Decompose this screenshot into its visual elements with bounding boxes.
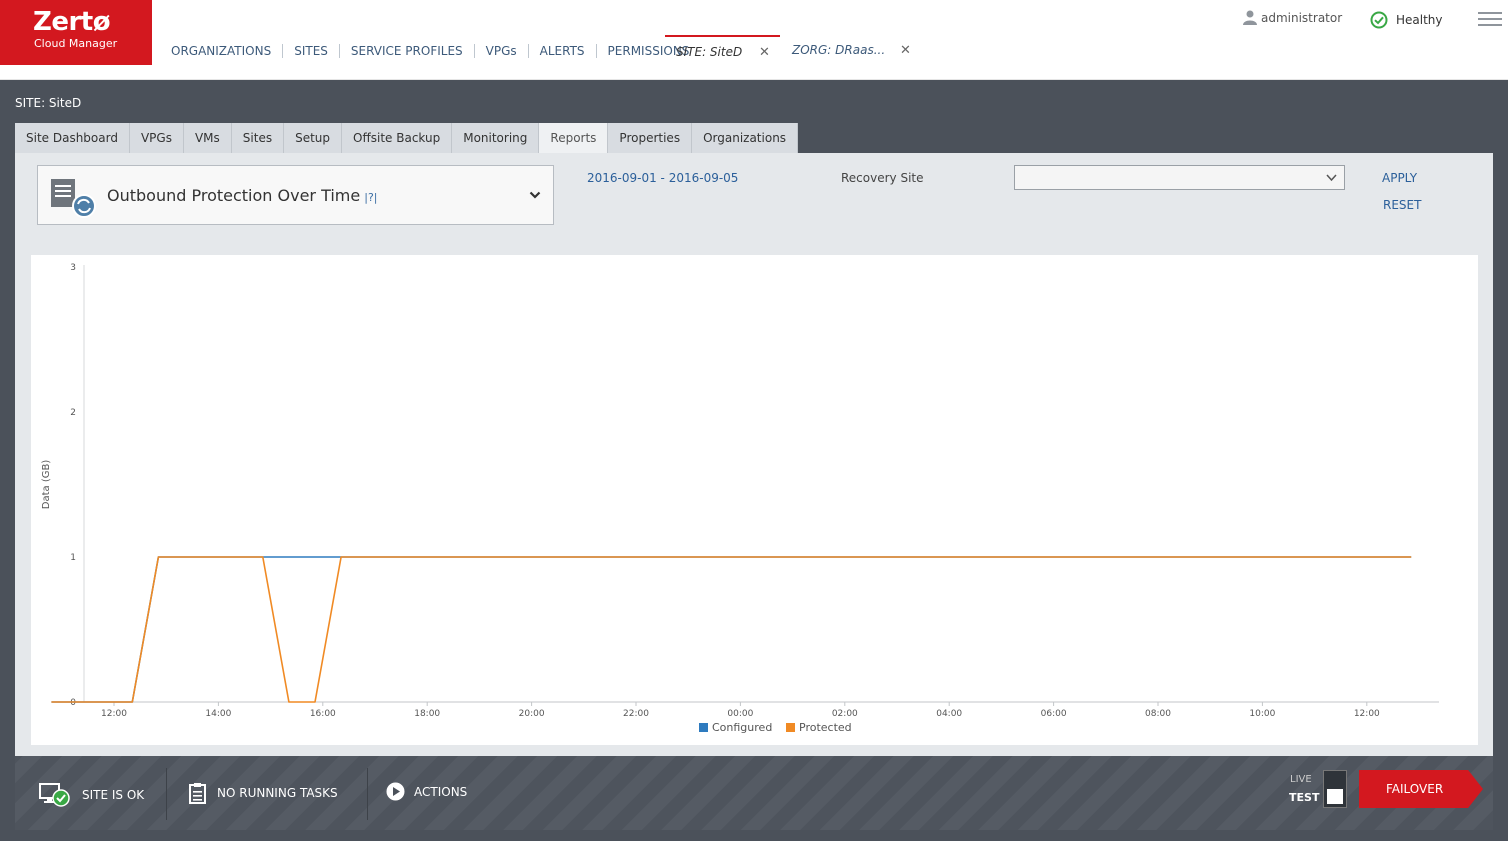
nav-service-profiles[interactable]: SERVICE PROFILES (340, 44, 475, 58)
y-tick-label: 3 (70, 263, 76, 273)
x-tick-label: 12:00 (1354, 709, 1380, 719)
series-line-configured (51, 556, 1412, 703)
reports-panel: Outbound Protection Over Time |?| 2016-09… (15, 153, 1493, 756)
recovery-site-label: Recovery Site (841, 171, 924, 185)
check-circle-icon (1370, 11, 1388, 29)
tab-site-dashboard[interactable]: Site Dashboard (15, 123, 130, 153)
x-tick-label: 20:00 (519, 709, 545, 719)
user-icon (1243, 10, 1257, 25)
chevron-down-icon (529, 191, 541, 199)
x-tick-label: 08:00 (1145, 709, 1171, 719)
site-ok-icon (39, 783, 70, 807)
footer-bar: SITE IS OK NO RUNNING TASKS ACTIONS LIVE… (15, 756, 1493, 830)
report-title: Outbound Protection Over Time |?| (107, 186, 378, 205)
y-tick-label: 2 (70, 408, 76, 418)
legend-swatch-protected (786, 723, 795, 732)
tab-offsite-backup[interactable]: Offsite Backup (342, 123, 453, 153)
tab-vpgs[interactable]: VPGs (129, 123, 184, 153)
report-type-dropdown[interactable]: Outbound Protection Over Time |?| (37, 165, 554, 225)
open-tab-zorg[interactable]: ZORG: DRaas... ✕ (782, 35, 917, 65)
actions-label: ACTIONS (414, 784, 468, 799)
report-title-text: Outbound Protection Over Time (107, 186, 361, 205)
tab-reports[interactable]: Reports (539, 123, 609, 153)
chart-area: 0 1 2 3 12:00 14:00 16:00 18:00 20:00 22:00 00:00 0… (31, 255, 1478, 745)
x-tick-label: 16:00 (310, 709, 336, 719)
nav-sites[interactable]: SITES (283, 44, 340, 58)
running-tasks[interactable]: NO RUNNING TASKS (188, 782, 338, 804)
top-header: Zertø Cloud Manager ORGANIZATIONS SITES … (0, 0, 1508, 80)
header-divider (0, 65, 1508, 80)
tab-vms[interactable]: VMs (183, 123, 232, 153)
help-link[interactable]: |?| (364, 191, 377, 204)
hamburger-menu-icon[interactable] (1478, 12, 1502, 28)
test-mode-label: TEST (1289, 791, 1320, 804)
site-tabs: Site Dashboard VPGs VMs Sites Setup Offs… (15, 123, 799, 153)
x-tick-label: 04:00 (936, 709, 962, 719)
x-tick-label: 02:00 (832, 709, 858, 719)
live-test-toggle[interactable] (1323, 770, 1347, 808)
zerto-logo[interactable]: Zertø Cloud Manager (0, 0, 152, 65)
tab-setup[interactable]: Setup (284, 123, 343, 153)
clipboard-icon (189, 783, 206, 804)
apply-button[interactable]: APPLY (1382, 171, 1417, 185)
open-tab-zorg-label: ZORG: DRaas... (792, 43, 886, 57)
x-tick-label: 22:00 (623, 709, 649, 719)
tab-sites[interactable]: Sites (231, 123, 285, 153)
health-label: Healthy (1396, 13, 1443, 27)
reset-button[interactable]: RESET (1383, 198, 1421, 212)
tab-monitoring[interactable]: Monitoring (452, 123, 540, 153)
running-tasks-label: NO RUNNING TASKS (217, 786, 338, 800)
live-mode-label: LIVE (1290, 774, 1312, 785)
site-status-label: SITE IS OK (82, 788, 145, 802)
close-icon[interactable]: ✕ (759, 45, 770, 60)
open-tab-site[interactable]: SITE: SiteD ✕ (665, 35, 780, 65)
actions-button[interactable]: ACTIONS (386, 782, 467, 801)
logo-subtitle: Cloud Manager (34, 37, 118, 50)
tab-organizations[interactable]: Organizations (692, 123, 799, 153)
user-name: administrator (1261, 10, 1343, 25)
user-menu[interactable]: administrator (1243, 10, 1342, 25)
line-chart: 0 1 2 3 12:00 14:00 16:00 18:00 20:00 22:00 00:00 0… (41, 263, 1439, 734)
y-tick-label: 0 (70, 698, 76, 708)
legend-label-configured: Configured (712, 721, 772, 734)
x-tick-label: 12:00 (101, 709, 127, 719)
series-line-protected (51, 556, 1412, 703)
nav-alerts[interactable]: ALERTS (529, 44, 597, 58)
chevron-down-icon (1326, 174, 1337, 182)
y-axis-title: Data (GB) (41, 460, 52, 510)
site-status[interactable]: SITE IS OK (39, 782, 144, 808)
close-icon[interactable]: ✕ (900, 43, 911, 58)
x-tick-label: 06:00 (1041, 709, 1067, 719)
failover-button[interactable]: FAILOVER (1359, 770, 1483, 808)
report-refresh-icon (51, 179, 96, 218)
y-tick-label: 1 (70, 553, 76, 563)
main-nav: ORGANIZATIONS SITES SERVICE PROFILES VPG… (160, 43, 700, 59)
footer-divider (367, 768, 368, 820)
x-tick-label: 00:00 (727, 709, 753, 719)
logo-brand: Zertø (33, 7, 111, 37)
recovery-site-select[interactable] (1014, 165, 1345, 190)
tab-properties[interactable]: Properties (608, 123, 693, 153)
site-title: SITE: SiteD (15, 96, 82, 110)
x-tick-label: 18:00 (414, 709, 440, 719)
health-status[interactable]: Healthy (1370, 11, 1443, 29)
play-icon (386, 782, 405, 801)
toggle-knob (1327, 789, 1343, 804)
x-tick-label: 14:00 (205, 709, 231, 719)
open-tab-site-label: SITE: SiteD (676, 45, 743, 59)
footer-divider (166, 768, 167, 820)
legend-swatch-configured (699, 723, 708, 732)
legend-label-protected: Protected (799, 721, 852, 734)
date-range-picker[interactable]: 2016-09-01 - 2016-09-05 (587, 171, 738, 185)
nav-organizations[interactable]: ORGANIZATIONS (160, 44, 284, 58)
x-tick-label: 10:00 (1249, 709, 1275, 719)
nav-vpgs[interactable]: VPGs (475, 44, 529, 58)
